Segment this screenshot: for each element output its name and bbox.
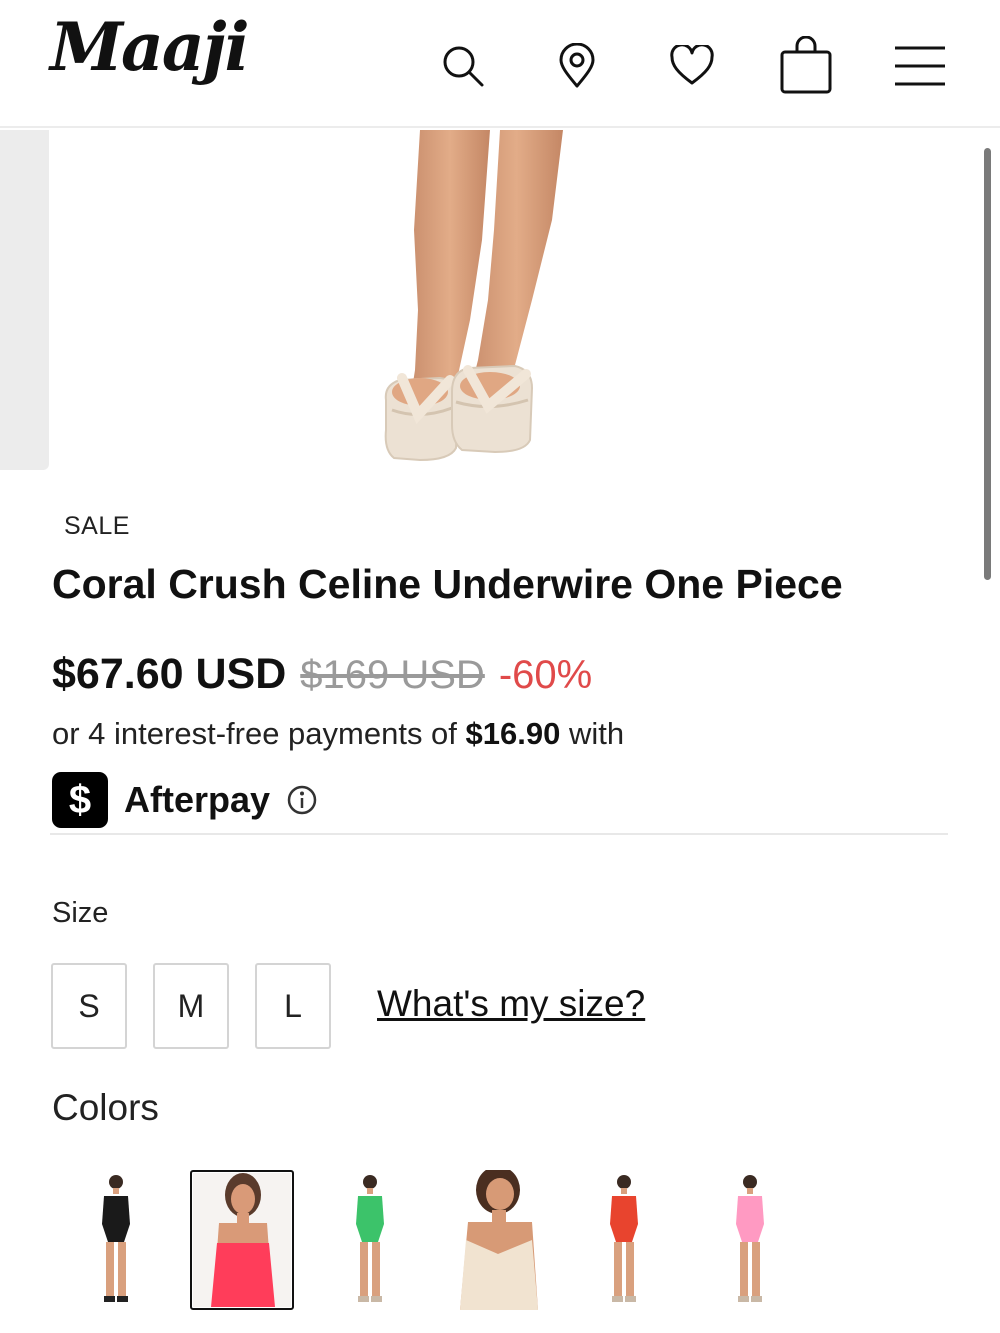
color-swatch-pink[interactable] — [698, 1170, 802, 1310]
size-guide-link[interactable]: What's my size? — [377, 983, 645, 1025]
brand-logo[interactable]: Maaji — [50, 8, 250, 86]
size-option-m[interactable]: M — [153, 963, 229, 1049]
shopping-bag-icon[interactable] — [776, 36, 836, 96]
size-option-s[interactable]: S — [51, 963, 127, 1049]
colors-label: Colors — [52, 1087, 159, 1128]
size-option-l[interactable]: L — [255, 963, 331, 1049]
color-swatch-black[interactable] — [64, 1170, 168, 1310]
menu-icon[interactable] — [890, 36, 950, 96]
page-scrollbar[interactable] — [984, 148, 991, 580]
site-header: Maaji — [0, 0, 1000, 128]
installment-text: or 4 interest-free payments of $16.90 wi… — [52, 716, 624, 752]
color-swatch-green[interactable] — [318, 1170, 422, 1310]
installment-prefix: or 4 interest-free payments of — [52, 716, 457, 751]
sale-badge: SALE — [64, 512, 130, 540]
afterpay-logo: $ — [52, 772, 108, 828]
product-title: Coral Crush Celine Underwire One Piece — [52, 561, 843, 607]
current-price: $67.60 USD — [52, 650, 287, 698]
color-swatch-red[interactable] — [572, 1170, 676, 1310]
location-pin-icon[interactable] — [547, 36, 607, 96]
heart-icon[interactable] — [662, 36, 722, 96]
installment-amount: $16.90 — [465, 716, 561, 751]
installment-suffix: with — [569, 716, 625, 751]
info-icon[interactable] — [286, 784, 318, 816]
original-price: $169 USD — [300, 653, 485, 697]
product-photo — [384, 130, 563, 462]
afterpay-name: Afterpay — [124, 779, 271, 820]
search-icon[interactable] — [433, 36, 493, 96]
afterpay-row: $ Afterpay — [52, 772, 318, 828]
color-swatch-cream[interactable] — [446, 1170, 550, 1310]
divider — [50, 833, 948, 835]
price-row: $67.60 USD $169 USD -60% — [52, 650, 592, 699]
discount-percent: -60% — [498, 653, 593, 697]
product-image[interactable] — [0, 130, 1000, 475]
color-swatch-coral-selected[interactable] — [190, 1170, 294, 1310]
size-label: Size — [52, 897, 109, 929]
previous-image-thumbnail[interactable] — [0, 130, 49, 470]
